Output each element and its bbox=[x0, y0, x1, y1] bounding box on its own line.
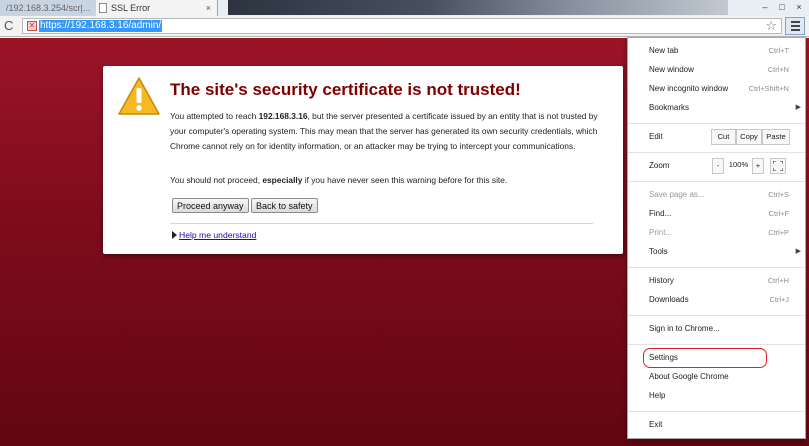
fullscreen-icon[interactable] bbox=[770, 158, 786, 174]
menu-label: Tools bbox=[649, 247, 668, 256]
menu-label: Edit bbox=[649, 132, 663, 141]
menu-shortcut: Ctrl+P bbox=[768, 228, 789, 237]
menu-label: Print... bbox=[649, 228, 673, 237]
tab-close-icon[interactable]: × bbox=[206, 0, 211, 16]
proceed-anyway-button[interactable]: Proceed anyway bbox=[172, 198, 249, 213]
warning-emphasis: especially bbox=[262, 175, 303, 185]
menu-label: Find... bbox=[649, 209, 672, 218]
menu-separator bbox=[628, 267, 805, 268]
close-window-button[interactable]: × bbox=[793, 2, 805, 12]
help-me-understand-link[interactable]: Help me understand bbox=[172, 230, 256, 240]
menu-label: New window bbox=[649, 65, 694, 74]
error-card: The site's security certificate is not t… bbox=[103, 66, 623, 254]
menu-item-bookmarks[interactable]: Bookmarks ▶ bbox=[628, 100, 805, 116]
menu-item-print[interactable]: Print... Ctrl+P bbox=[628, 225, 805, 241]
maximize-button[interactable]: □ bbox=[776, 2, 788, 12]
chrome-menu: New tab Ctrl+T New window Ctrl+N New incog… bbox=[627, 37, 806, 439]
menu-label: Help bbox=[649, 391, 666, 400]
menu-separator bbox=[628, 181, 805, 182]
hamburger-icon bbox=[791, 29, 800, 31]
menu-label: Bookmarks bbox=[649, 103, 690, 112]
menu-label: Zoom bbox=[649, 161, 670, 170]
menu-item-zoom: Zoom - 100% + bbox=[628, 158, 805, 174]
menu-item-exit[interactable]: Exit bbox=[628, 417, 805, 433]
menu-shortcut: Ctrl+S bbox=[768, 190, 789, 199]
menu-separator bbox=[628, 315, 805, 316]
description-text: You attempted to reach bbox=[170, 111, 259, 121]
expand-triangle-icon bbox=[172, 231, 177, 239]
bookmark-star-icon[interactable]: ☆ bbox=[765, 18, 777, 34]
menu-item-new-tab[interactable]: New tab Ctrl+T bbox=[628, 43, 805, 59]
tab-strip-background bbox=[228, 0, 728, 15]
menu-item-edit: Edit Cut Copy Paste bbox=[628, 129, 805, 145]
menu-item-about[interactable]: About Google Chrome bbox=[628, 369, 805, 385]
page-icon bbox=[99, 3, 107, 13]
menu-item-new-window[interactable]: New window Ctrl+N bbox=[628, 62, 805, 78]
back-to-safety-button[interactable]: Back to safety bbox=[251, 198, 318, 213]
menu-separator bbox=[628, 123, 805, 124]
tab-previous[interactable]: /192.168.3.254/scr|... bbox=[0, 0, 96, 16]
settings-highlight-annotation bbox=[643, 348, 767, 368]
window-controls: – □ × bbox=[759, 2, 805, 12]
menu-item-history[interactable]: History Ctrl+H bbox=[628, 273, 805, 289]
warning-icon bbox=[118, 77, 160, 115]
toolbar: C ✕ https://192.168.3.16/admin/ ☆ bbox=[0, 16, 809, 37]
divider bbox=[170, 223, 593, 224]
minimize-button[interactable]: – bbox=[759, 2, 771, 12]
menu-label: Downloads bbox=[649, 295, 689, 304]
chrome-menu-button[interactable] bbox=[785, 17, 805, 35]
hamburger-icon bbox=[791, 21, 800, 23]
menu-shortcut: Ctrl+J bbox=[769, 295, 789, 304]
menu-shortcut: Ctrl+F bbox=[768, 209, 789, 218]
menu-label: History bbox=[649, 276, 674, 285]
menu-item-find[interactable]: Find... Ctrl+F bbox=[628, 206, 805, 222]
menu-item-tools[interactable]: Tools ▶ bbox=[628, 244, 805, 260]
menu-label: Sign in to Chrome... bbox=[649, 324, 720, 333]
tab-ssl-error[interactable]: SSL Error × bbox=[96, 0, 218, 16]
menu-shortcut: Ctrl+T bbox=[768, 46, 789, 55]
warning-text-part: You should not proceed, bbox=[170, 175, 263, 185]
submenu-arrow-icon: ▶ bbox=[795, 248, 801, 255]
broken-lock-icon[interactable]: ✕ bbox=[27, 21, 37, 31]
warning-text: You should not proceed, especially if yo… bbox=[170, 173, 602, 188]
url-text[interactable]: https://192.168.3.16/admin/ bbox=[39, 20, 163, 32]
menu-label: About Google Chrome bbox=[649, 372, 729, 381]
menu-shortcut: Ctrl+N bbox=[767, 65, 789, 74]
zoom-in-button[interactable]: + bbox=[752, 158, 764, 174]
paste-button[interactable]: Paste bbox=[762, 129, 790, 145]
hamburger-icon bbox=[791, 25, 800, 27]
submenu-arrow-icon: ▶ bbox=[795, 104, 801, 111]
zoom-out-button[interactable]: - bbox=[712, 158, 724, 174]
menu-shortcut: Ctrl+H bbox=[767, 276, 789, 285]
menu-separator bbox=[628, 411, 805, 412]
menu-label: Save page as... bbox=[649, 190, 705, 199]
menu-item-help[interactable]: Help bbox=[628, 388, 805, 404]
menu-separator bbox=[628, 152, 805, 153]
menu-item-downloads[interactable]: Downloads Ctrl+J bbox=[628, 292, 805, 308]
help-link-label: Help me understand bbox=[179, 230, 257, 240]
address-bar[interactable]: ✕ https://192.168.3.16/admin/ ☆ bbox=[22, 18, 782, 34]
menu-separator bbox=[628, 344, 805, 345]
menu-shortcut: Ctrl+Shift+N bbox=[748, 84, 789, 93]
menu-label: New tab bbox=[649, 46, 679, 55]
warning-text-part: if you have never seen this warning befo… bbox=[302, 175, 508, 185]
menu-label: Exit bbox=[649, 420, 663, 429]
copy-button[interactable]: Copy bbox=[736, 129, 762, 145]
host-address: 192.168.3.16 bbox=[258, 111, 308, 121]
tab-previous-label: /192.168.3.254/scr|... bbox=[6, 3, 91, 13]
menu-item-save-page[interactable]: Save page as... Ctrl+S bbox=[628, 187, 805, 203]
tab-strip: /192.168.3.254/scr|... SSL Error × – □ × bbox=[0, 0, 809, 16]
reload-icon[interactable]: C bbox=[4, 18, 13, 34]
tab-ssl-error-label: SSL Error bbox=[111, 3, 151, 13]
error-title: The site's security certificate is not t… bbox=[170, 80, 521, 99]
menu-label: New incognito window bbox=[649, 84, 729, 93]
error-description: You attempted to reach 192.168.3.16, but… bbox=[170, 109, 602, 154]
zoom-level: 100% bbox=[728, 160, 749, 169]
cut-button[interactable]: Cut bbox=[711, 129, 736, 145]
menu-item-new-incognito[interactable]: New incognito window Ctrl+Shift+N bbox=[628, 81, 805, 97]
menu-item-sign-in[interactable]: Sign in to Chrome... bbox=[628, 321, 805, 337]
